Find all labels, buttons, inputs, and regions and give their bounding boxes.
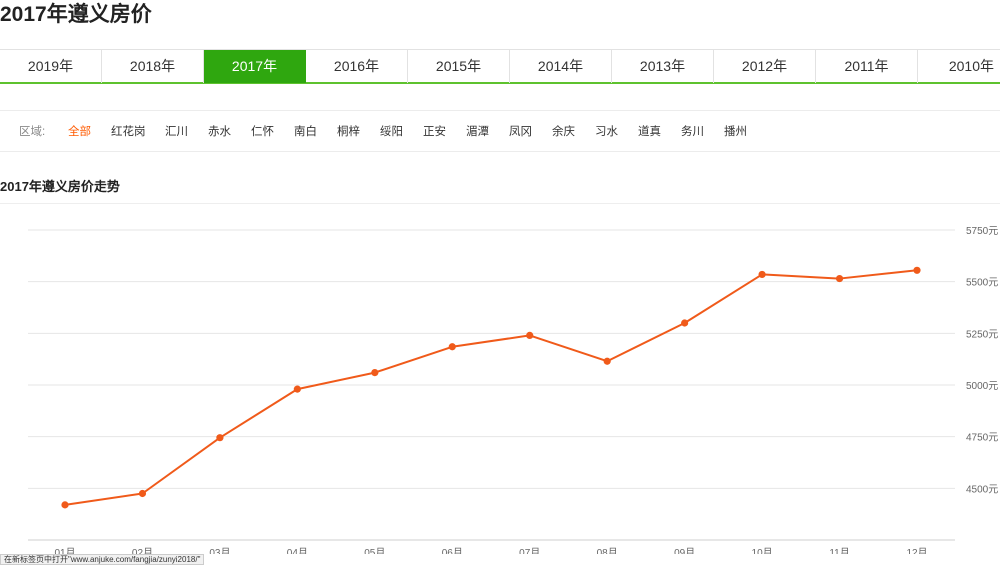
- tab-2012[interactable]: 2012年: [714, 50, 816, 83]
- tab-2019[interactable]: 2019年: [0, 50, 102, 83]
- data-point: [913, 266, 921, 274]
- region-item[interactable]: 习水: [595, 123, 638, 139]
- x-tick-label: 03月: [209, 547, 230, 554]
- data-point: [758, 270, 766, 279]
- page-title: 2017年遵义房价: [0, 3, 152, 26]
- region-item[interactable]: 桐梓: [337, 123, 380, 139]
- region-item[interactable]: 务川: [681, 123, 724, 139]
- data-point: [603, 357, 611, 365]
- region-item[interactable]: 红花岗: [111, 123, 165, 139]
- tab-2015[interactable]: 2015年: [408, 50, 510, 83]
- y-tick-label: 4750元: [966, 433, 998, 444]
- y-tick-label: 5750元: [966, 226, 998, 237]
- region-item[interactable]: 赤水: [208, 123, 251, 139]
- data-point: [526, 331, 534, 339]
- tab-2014[interactable]: 2014年: [510, 50, 612, 83]
- data-point: [681, 319, 689, 327]
- region-item[interactable]: 凤冈: [509, 123, 552, 139]
- series-line: [64, 269, 918, 506]
- price-trend-chart: 4500元 4750元 5000元 5250元 5500元 5750元 01月 02月 03月 0…: [28, 226, 998, 554]
- y-tick-label: 4500元: [966, 484, 998, 495]
- x-tick-label: 06月: [442, 547, 463, 554]
- x-tick-label: 11月: [829, 547, 849, 554]
- divider: [0, 203, 1000, 204]
- data-point: [216, 434, 224, 442]
- tab-2011[interactable]: 2011年: [816, 50, 918, 83]
- data-point: [371, 369, 379, 377]
- region-item[interactable]: 播州: [724, 123, 767, 139]
- region-item[interactable]: 余庆: [552, 123, 595, 139]
- data-point: [293, 385, 301, 393]
- x-tick-label: 09月: [674, 547, 695, 554]
- x-tick-label: 10月: [752, 547, 773, 554]
- region-item[interactable]: 南白: [294, 123, 337, 139]
- x-tick-label: 04月: [287, 547, 308, 554]
- tab-2017[interactable]: 2017年: [204, 50, 306, 83]
- x-tick-label: 02月: [132, 547, 153, 554]
- region-item[interactable]: 汇川: [165, 123, 208, 139]
- chart-title: 2017年遵义房价走势: [0, 179, 120, 194]
- y-tick-label: 5500元: [966, 278, 998, 289]
- data-point: [61, 501, 69, 509]
- x-tick-label: 07月: [519, 547, 540, 554]
- tab-2018[interactable]: 2018年: [102, 50, 204, 83]
- year-tabs: 2019年 2018年 2017年 2016年 2015年 2014年 2013…: [0, 49, 1000, 84]
- tab-2010[interactable]: 2010年: [918, 50, 1000, 83]
- region-item[interactable]: 绥阳: [380, 123, 423, 139]
- region-item[interactable]: 道真: [638, 123, 681, 139]
- tab-2013[interactable]: 2013年: [612, 50, 714, 83]
- region-filter-label: 区域:: [19, 126, 46, 138]
- y-tick-label: 5000元: [966, 381, 998, 392]
- region-filter-bar: 区域: 全部 红花岗 汇川 赤水 仁怀 南白 桐梓 绥阳 正安 湄潭 凤冈 余庆 习水 道真 务川 播州: [0, 110, 1000, 152]
- tab-2016[interactable]: 2016年: [306, 50, 408, 83]
- region-item[interactable]: 仁怀: [251, 123, 294, 139]
- data-point: [448, 343, 456, 351]
- region-list: 全部 红花岗 汇川 赤水 仁怀 南白 桐梓 绥阳 正安 湄潭 凤冈 余庆 习水 道真 务川 播州: [68, 123, 767, 139]
- region-item[interactable]: 湄潭: [466, 123, 509, 139]
- x-tick-label: 01月: [54, 547, 75, 554]
- data-point: [138, 489, 147, 498]
- region-item[interactable]: 正安: [423, 123, 466, 139]
- y-tick-label: 5250元: [966, 329, 998, 340]
- x-tick-label: 12月: [906, 547, 927, 554]
- x-tick-label: 08月: [597, 547, 618, 554]
- x-tick-label: 05月: [364, 547, 385, 554]
- link-status-tooltip: 在新标签页中打开"www.anjuke.com/fangjia/zunyi201…: [0, 554, 205, 565]
- region-item[interactable]: 全部: [68, 123, 111, 139]
- data-point: [835, 274, 844, 283]
